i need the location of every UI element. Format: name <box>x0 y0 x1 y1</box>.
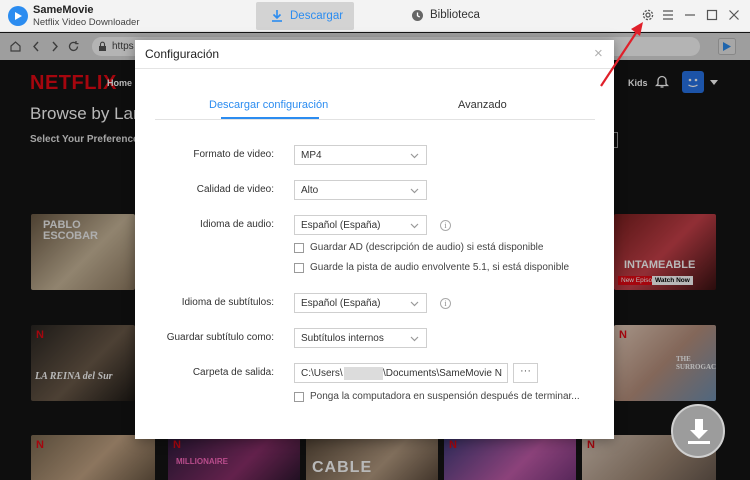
dialog-title: Configuración <box>145 47 220 61</box>
video-quality-select[interactable]: Alto <box>294 180 427 200</box>
audio-language-select[interactable]: Español (España) <box>294 215 427 235</box>
subtitle-save-select[interactable]: Subtítulos internos <box>294 328 427 348</box>
tab-download[interactable]: Descargar <box>256 2 354 30</box>
hamburger-icon[interactable] <box>662 8 674 25</box>
video-quality-value: Alto <box>301 185 319 196</box>
browse-folder-button[interactable]: ··· <box>513 363 538 383</box>
surround-audio-checkbox[interactable] <box>294 263 304 273</box>
close-window-icon[interactable] <box>728 8 740 25</box>
tab-advanced[interactable]: Avanzado <box>458 99 507 111</box>
output-path-prefix: C:\Users\ <box>301 368 343 379</box>
subtitle-language-value: Español (España) <box>301 298 381 309</box>
subtitle-language-label: Idioma de subtítulos: <box>181 297 274 308</box>
title-bar: SameMovie Netflix Video Downloader Desca… <box>0 0 750 32</box>
app-subtitle: Netflix Video Downloader <box>33 17 140 28</box>
tab-download-settings[interactable]: Descargar configuración <box>209 99 328 111</box>
output-path-suffix: \Documents\SameMovie N <box>383 368 502 379</box>
minimize-icon[interactable] <box>684 8 696 25</box>
chevron-down-icon <box>410 334 419 346</box>
settings-dialog: Configuración × Descargar configuración … <box>135 40 614 439</box>
chevron-down-icon <box>410 151 419 163</box>
redacted-username <box>344 367 383 380</box>
gear-icon[interactable] <box>641 8 655 25</box>
video-format-select[interactable]: MP4 <box>294 145 427 165</box>
dialog-header-divider <box>135 68 614 69</box>
chevron-down-icon <box>410 186 419 198</box>
info-icon[interactable]: i <box>440 220 451 231</box>
video-format-label: Formato de video: <box>193 149 274 160</box>
sleep-after-checkbox-label: Ponga la computadora en suspensión despu… <box>310 391 580 402</box>
sleep-after-checkbox[interactable] <box>294 392 304 402</box>
clock-icon <box>411 9 424 25</box>
tabs-divider <box>155 119 595 120</box>
output-folder-input[interactable]: C:\Users\ \Documents\SameMovie N <box>294 363 508 383</box>
subtitle-save-label: Guardar subtítulo como: <box>166 332 274 343</box>
video-format-value: MP4 <box>301 150 322 161</box>
download-arrow-icon <box>688 419 710 444</box>
subtitle-language-select[interactable]: Español (España) <box>294 293 427 313</box>
audio-description-checkbox-label: Guardar AD (descripción de audio) si est… <box>310 242 544 253</box>
audio-description-checkbox[interactable] <box>294 243 304 253</box>
audio-language-label: Idioma de audio: <box>200 219 274 230</box>
app-name: SameMovie <box>33 4 94 16</box>
output-folder-label: Carpeta de salida: <box>192 367 274 378</box>
audio-language-value: Español (España) <box>301 220 381 231</box>
maximize-icon[interactable] <box>706 8 718 25</box>
samemovie-logo-icon <box>8 6 28 26</box>
chevron-down-icon <box>410 221 419 233</box>
dialog-close-icon[interactable]: × <box>594 45 603 62</box>
download-icon <box>270 9 284 26</box>
video-quality-label: Calidad de video: <box>196 184 274 195</box>
chevron-down-icon <box>410 299 419 311</box>
tab-library-label: Biblioteca <box>430 9 480 21</box>
surround-audio-checkbox-label: Guarde la pista de audio envolvente 5.1,… <box>310 262 570 273</box>
download-fab-button[interactable] <box>671 404 725 458</box>
info-icon[interactable]: i <box>440 298 451 309</box>
tab-download-label: Descargar <box>290 10 344 22</box>
active-tab-indicator <box>221 117 319 119</box>
subtitle-save-value: Subtítulos internos <box>301 333 384 344</box>
